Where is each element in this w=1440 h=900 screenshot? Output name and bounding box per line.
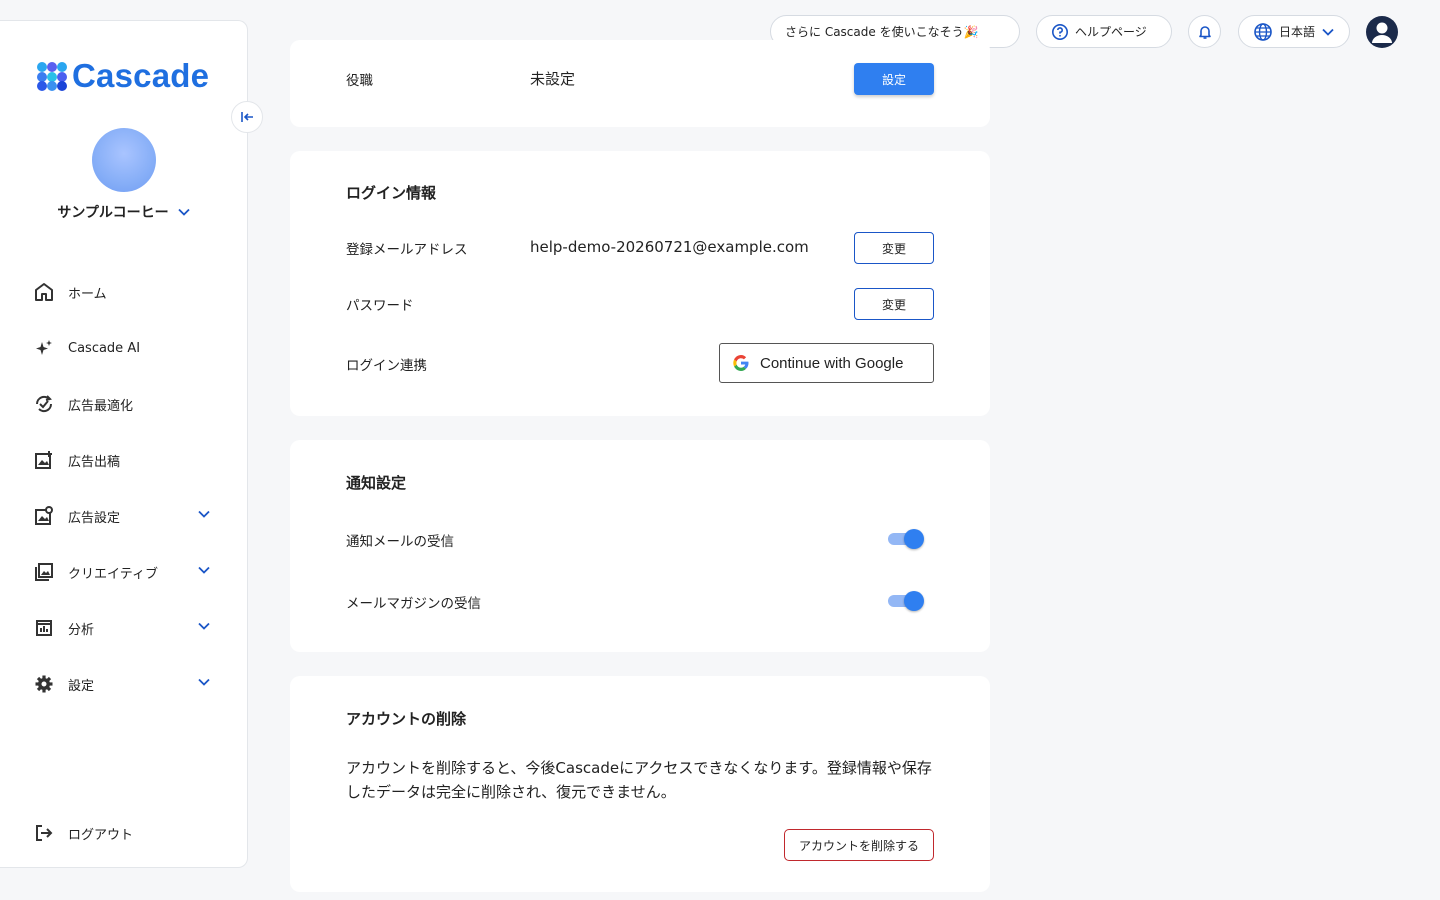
sidebar-item-settings[interactable]: 設定 xyxy=(32,656,222,712)
login-info-title: ログイン情報 xyxy=(346,184,437,202)
email-change-button[interactable]: 変更 xyxy=(854,232,934,264)
sidebar-item-home[interactable]: ホーム xyxy=(32,264,222,320)
email-value: help-demo-20260721@example.com xyxy=(530,238,809,256)
language-selector[interactable]: 日本語 xyxy=(1238,15,1350,48)
sidebar-item-ad-publish[interactable]: 広告出稿 xyxy=(32,432,222,488)
mail-magazine-label: メールマガジンの受信 xyxy=(346,596,481,612)
login-info-card: ログイン情報 登録メールアドレス help-demo-20260721@exam… xyxy=(290,151,990,416)
password-label: パスワード xyxy=(346,298,414,314)
email-label: 登録メールアドレス xyxy=(346,242,468,258)
ad-publish-icon xyxy=(32,448,56,472)
globe-icon xyxy=(1254,22,1272,41)
sidebar-item-label: 広告出稿 xyxy=(68,454,121,470)
role-value: 未設定 xyxy=(530,70,576,88)
role-label: 役職 xyxy=(346,73,373,89)
sidebar-item-label: 設定 xyxy=(68,678,95,694)
company-selector[interactable]: サンプルコーヒー xyxy=(0,202,248,222)
promo-label: さらに Cascade を使いこなそう🎉 xyxy=(785,25,979,39)
help-icon xyxy=(1052,23,1068,40)
mail-magazine-toggle[interactable] xyxy=(888,591,926,611)
home-icon xyxy=(32,280,56,304)
sidebar-item-ad-settings[interactable]: 広告設定 xyxy=(32,488,222,544)
sidebar-item-label: 広告最適化 xyxy=(68,398,134,414)
chevron-down-icon[interactable] xyxy=(196,506,212,522)
help-label: ヘルプページ xyxy=(1075,25,1147,39)
image-gallery-icon xyxy=(32,560,56,584)
sidebar: Cascade サンプルコーヒー ホーム Cascade AI 広告最適化 広告… xyxy=(0,20,248,868)
account-delete-card: アカウントの削除 アカウントを削除すると、今後Cascadeにアクセスできなくな… xyxy=(290,676,990,892)
profile-card: 役職 未設定 設定 xyxy=(290,40,990,127)
delete-account-button[interactable]: アカウントを削除する xyxy=(784,829,934,861)
gear-icon xyxy=(32,672,56,696)
notification-mail-toggle[interactable] xyxy=(888,529,926,549)
chevron-down-icon[interactable] xyxy=(196,562,212,578)
chevron-down-icon[interactable] xyxy=(196,618,212,634)
chevron-down-icon[interactable] xyxy=(196,674,212,690)
cascade-logo[interactable]: Cascade xyxy=(36,57,209,95)
bell-icon xyxy=(1198,25,1211,39)
user-avatar[interactable] xyxy=(1366,16,1398,48)
sidebar-item-label: 広告設定 xyxy=(68,510,121,526)
language-label: 日本語 xyxy=(1279,25,1316,39)
chevron-down-icon xyxy=(1322,28,1334,36)
optimize-icon xyxy=(32,392,56,416)
user-icon xyxy=(1372,22,1392,43)
notification-button[interactable] xyxy=(1188,15,1221,48)
google-button-label: Continue with Google xyxy=(760,354,904,372)
sidebar-item-label: ホーム xyxy=(68,286,107,302)
continue-with-google-button[interactable]: Continue with Google xyxy=(719,343,934,383)
sidebar-item-label: クリエイティブ xyxy=(68,566,158,582)
chevron-down-icon xyxy=(178,208,190,216)
sidebar-item-ad-optimize[interactable]: 広告最適化 xyxy=(32,376,222,432)
sidebar-item-label: Cascade AI xyxy=(68,340,141,356)
notification-settings-title: 通知設定 xyxy=(346,474,407,492)
google-icon xyxy=(733,355,749,371)
help-page-button[interactable]: ヘルプページ xyxy=(1036,15,1172,48)
role-set-button[interactable]: 設定 xyxy=(854,63,934,95)
account-delete-description: アカウントを削除すると、今後Cascadeにアクセスできなくなります。登録情報や… xyxy=(346,759,932,801)
toggle-knob xyxy=(904,529,924,549)
company-avatar[interactable] xyxy=(92,128,156,192)
sidebar-item-analytics[interactable]: 分析 xyxy=(32,600,222,656)
sidebar-collapse-button[interactable] xyxy=(231,101,263,133)
ad-settings-icon xyxy=(32,504,56,528)
account-delete-title: アカウントの削除 xyxy=(346,710,467,728)
login-link-label: ログイン連携 xyxy=(346,358,427,374)
notification-mail-label: 通知メールの受信 xyxy=(346,534,454,550)
sparkle-icon xyxy=(32,336,56,360)
password-change-button[interactable]: 変更 xyxy=(854,288,934,320)
logout-icon xyxy=(32,821,56,845)
sidebar-item-cascade-ai[interactable]: Cascade AI xyxy=(32,320,222,376)
logo-text: Cascade xyxy=(72,57,210,94)
sidebar-item-label: 分析 xyxy=(68,622,95,638)
sidebar-nav: ホーム Cascade AI 広告最適化 広告出稿 広告設定 クリエイティブ 分… xyxy=(32,264,222,712)
collapse-left-icon xyxy=(241,112,253,122)
notification-settings-card: 通知設定 通知メールの受信 メールマガジンの受信 xyxy=(290,440,990,652)
logout-button[interactable]: ログアウト xyxy=(32,805,133,861)
toggle-knob xyxy=(904,591,924,611)
logout-label: ログアウト xyxy=(68,827,134,843)
analytics-icon xyxy=(32,616,56,640)
sidebar-item-creative[interactable]: クリエイティブ xyxy=(32,544,222,600)
cascade-logo-icon xyxy=(37,62,67,91)
company-name: サンプルコーヒー xyxy=(57,205,169,221)
